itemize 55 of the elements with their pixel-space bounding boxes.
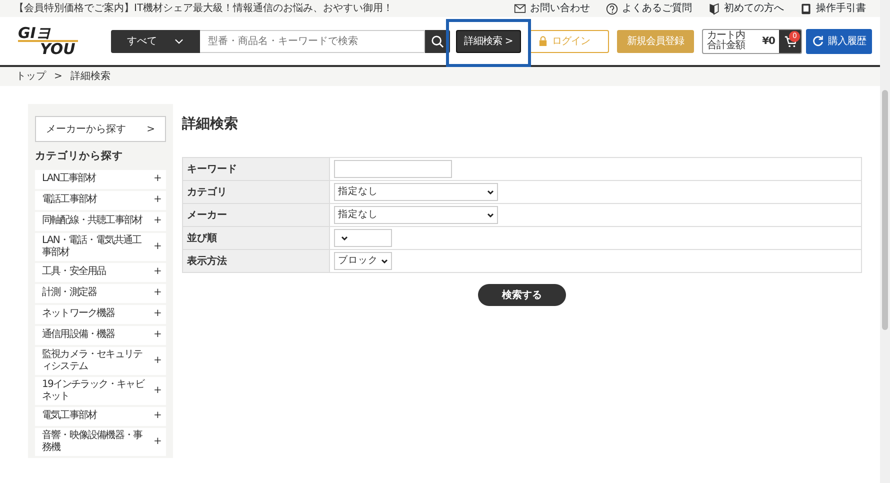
help-icon bbox=[606, 2, 618, 14]
logo[interactable]: GIヨ YOU bbox=[18, 26, 78, 56]
purchase-history-button[interactable]: 購入履歴 bbox=[806, 28, 872, 54]
cart-icon bbox=[784, 34, 796, 48]
field-label: キーワード bbox=[182, 158, 330, 180]
top-link[interactable]: 初めての方へ bbox=[708, 1, 784, 16]
keyword-field[interactable] bbox=[334, 160, 452, 178]
breadcrumb-link[interactable]: 詳細検索 bbox=[70, 69, 110, 84]
category-heading: カテゴリから探す bbox=[35, 149, 124, 164]
category-item[interactable]: 監視カメラ・セキュリティシステム + bbox=[35, 346, 166, 375]
top-link[interactable]: よくあるご質問 bbox=[606, 1, 692, 16]
category-item[interactable]: 音響・映像設備機器・事務機 + bbox=[35, 428, 166, 456]
leaf-mark-icon bbox=[708, 2, 720, 14]
chevron-down-icon bbox=[487, 188, 494, 196]
select-dropdown[interactable] bbox=[334, 229, 392, 247]
cart-label: 合計金額 bbox=[706, 41, 746, 51]
field-label: カテゴリ bbox=[182, 180, 330, 204]
select-dropdown[interactable]: 指定なし bbox=[334, 183, 498, 201]
breadcrumb-separator: > bbox=[54, 70, 62, 84]
category-item[interactable]: LAN・電話・電気共通工事部材 + bbox=[35, 232, 166, 261]
chevron-down-icon bbox=[174, 36, 184, 46]
search-submit-button[interactable]: 検索する bbox=[478, 284, 566, 306]
category-item[interactable]: 通信用設備・機器 + bbox=[35, 326, 166, 345]
category-item[interactable]: 電気工事部材 + bbox=[35, 406, 166, 426]
field-label: メーカー bbox=[182, 204, 330, 226]
refresh-icon bbox=[812, 35, 824, 47]
announcement-text: 【会員特別価格でご案内】IT機材シェア最大級！情報通信のお悩み、おやすい御用！ bbox=[14, 2, 394, 16]
select-dropdown[interactable]: ブロック bbox=[334, 252, 392, 270]
cart-label: カート内 bbox=[706, 31, 745, 41]
select-dropdown[interactable]: 指定なし bbox=[334, 206, 498, 224]
field-label: 並び順 bbox=[182, 226, 330, 250]
search-field[interactable]: 型番・商品名・キーワードで検索 bbox=[200, 30, 425, 52]
top-link[interactable]: お問い合わせ bbox=[514, 1, 590, 16]
maker-search-link[interactable]: メーカーから探す > bbox=[35, 116, 166, 142]
category-item[interactable]: ネットワーク機器 + bbox=[35, 304, 166, 324]
chevron-down-icon bbox=[487, 212, 494, 218]
book-icon bbox=[800, 2, 812, 14]
scrollbar[interactable] bbox=[880, 0, 890, 483]
cart-total: ¥0 bbox=[762, 34, 776, 48]
category-item[interactable]: 工具・安全用品 + bbox=[35, 262, 166, 282]
field-label: 表示方法 bbox=[182, 250, 330, 272]
search-icon bbox=[430, 34, 444, 48]
category-item[interactable]: 計測・測定器 + bbox=[35, 284, 166, 303]
top-link[interactable]: 操作手引書 bbox=[800, 1, 866, 16]
category-item[interactable]: LAN工事部材 + bbox=[35, 170, 166, 189]
breadcrumb-link[interactable]: トップ bbox=[16, 69, 46, 84]
category-item[interactable]: 同軸配線・共聴工事部材 + bbox=[35, 212, 166, 231]
chevron-down-icon bbox=[341, 234, 348, 242]
detail-search-button[interactable]: 詳細検索 > bbox=[456, 30, 521, 52]
padlock-icon bbox=[538, 35, 548, 47]
page-title: 詳細検索 bbox=[182, 115, 239, 134]
category-item[interactable]: 電話工事部材 + bbox=[35, 190, 166, 210]
category-dropdown[interactable]: すべて bbox=[110, 30, 200, 52]
chevron-down-icon bbox=[381, 258, 388, 264]
mail-icon bbox=[514, 2, 526, 14]
